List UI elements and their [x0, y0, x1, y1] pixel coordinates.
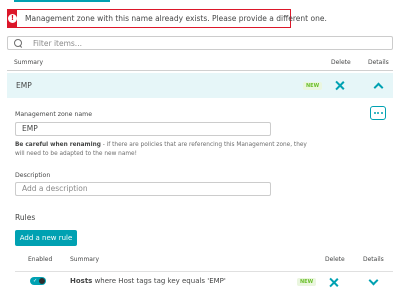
checkmark-icon: ✓ [33, 278, 38, 284]
delete-x-icon[interactable] [335, 81, 344, 90]
summary-column-header: Summary [14, 59, 43, 66]
more-options-button[interactable] [370, 106, 386, 120]
rules-title: Rules [15, 213, 36, 222]
rename-warning-bold: Be careful when renaming [15, 142, 101, 148]
rule-row[interactable]: ✓ Hosts where Host tags tag key equals '… [15, 271, 393, 290]
rules-delete-column-header: Delete [325, 256, 345, 263]
rule-enabled-toggle[interactable]: ✓ [30, 277, 46, 285]
search-icon [14, 38, 23, 48]
delete-column-header: Delete [331, 59, 351, 66]
name-label: Management zone name [15, 111, 93, 118]
rules-details-column-header: Details [363, 256, 384, 263]
enabled-column-header: Enabled [28, 256, 53, 263]
rename-warning: Be careful when renaming - if there are … [15, 141, 310, 159]
more-dot-icon [377, 112, 379, 114]
description-field[interactable]: Add a description [15, 182, 271, 196]
error-banner: ! Management zone with this name already… [7, 9, 327, 28]
zone-name-field[interactable]: EMP [15, 122, 271, 136]
filter-input[interactable] [33, 38, 373, 48]
add-new-rule-button[interactable]: Add a new rule [15, 230, 77, 246]
more-dot-icon [373, 112, 376, 114]
rule-entity: Hosts [70, 277, 93, 285]
details-column-header: Details [368, 59, 389, 66]
description-label: Description [15, 172, 51, 179]
error-message: Management zone with this name already e… [25, 14, 327, 23]
rules-summary-column-header: Summary [70, 256, 99, 263]
top-tab-indicator [14, 0, 110, 2]
alert-icon: ! [8, 14, 17, 23]
new-badge: NEW [303, 82, 323, 90]
zone-name: EMP [16, 81, 32, 90]
collapse-chevron-up-icon[interactable] [373, 82, 384, 93]
rule-delete-x-icon[interactable] [329, 278, 338, 287]
error-icon-box: ! [8, 10, 17, 27]
more-dot-icon [380, 112, 383, 114]
rule-condition: where Host tags tag key equals 'EMP' [92, 277, 226, 285]
rule-summary: Hosts where Host tags tag key equals 'EM… [70, 277, 226, 285]
rule-expand-chevron-down-icon[interactable] [368, 275, 379, 286]
rule-new-badge: NEW [297, 278, 317, 286]
filter-box[interactable] [7, 36, 393, 50]
header-divider [7, 70, 393, 71]
management-zone-row[interactable]: EMP NEW [7, 73, 393, 98]
toggle-knob [39, 278, 45, 284]
